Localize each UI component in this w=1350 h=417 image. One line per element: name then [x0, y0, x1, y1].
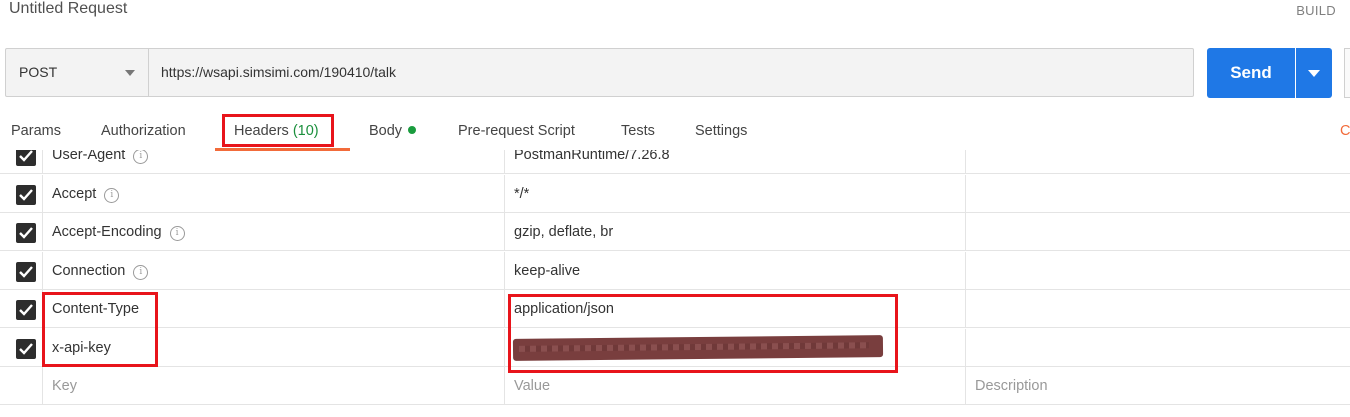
header-value: PostmanRuntime/7.26.8 — [514, 150, 670, 163]
checkmark-icon — [19, 266, 33, 278]
key-input[interactable]: Key — [43, 367, 505, 405]
header-key: Accept-Encoding — [52, 224, 162, 240]
header-value: */* — [514, 186, 530, 202]
row-checkbox[interactable] — [16, 262, 36, 282]
description-placeholder: Description — [975, 378, 1048, 394]
description-cell[interactable] — [966, 252, 1350, 290]
header-key: Accept — [52, 186, 97, 202]
header-key: User-Agent — [52, 150, 126, 163]
description-cell[interactable] — [966, 290, 1350, 328]
value-cell[interactable]: keep-alive — [505, 252, 966, 290]
checkbox-cell — [0, 290, 43, 328]
value-placeholder: Value — [514, 378, 551, 394]
checkbox-cell — [0, 175, 43, 213]
key-cell[interactable]: x-api-key — [43, 329, 505, 367]
row-checkbox[interactable] — [16, 223, 36, 243]
description-cell[interactable] — [966, 150, 1350, 174]
value-cell[interactable]: */* — [505, 175, 966, 213]
method-select[interactable]: POST — [6, 49, 149, 96]
key-cell[interactable]: Accept i — [43, 175, 505, 213]
table-row: Accept i */* — [0, 175, 1350, 213]
info-icon[interactable]: i — [104, 188, 120, 203]
header-value: gzip, deflate, br — [514, 224, 614, 240]
build-label[interactable]: BUILD — [1296, 3, 1336, 18]
table-row: User-Agent i PostmanRuntime/7.26.8 — [0, 150, 1350, 174]
checkmark-icon — [19, 189, 33, 201]
info-icon[interactable]: i — [133, 150, 149, 164]
checkbox-cell — [0, 252, 43, 290]
tab-headers-count: (10) — [292, 123, 319, 139]
value-cell[interactable] — [505, 329, 966, 367]
request-tabs: Params Authorization Headers (10) Body P… — [0, 118, 1350, 151]
header-key: x-api-key — [52, 340, 111, 356]
checkbox-cell — [0, 367, 43, 405]
row-checkbox[interactable] — [16, 339, 36, 359]
chevron-down-icon — [1308, 70, 1320, 77]
tab-tests[interactable]: Tests — [621, 123, 655, 139]
info-icon[interactable]: i — [133, 265, 149, 280]
send-options-button[interactable] — [1296, 48, 1332, 98]
header-key: Connection — [52, 263, 126, 279]
description-cell[interactable] — [966, 213, 1350, 251]
table-row: Connection i keep-alive — [0, 252, 1350, 290]
row-checkbox[interactable] — [16, 150, 36, 166]
request-title[interactable]: Untitled Request — [9, 0, 127, 18]
method-label: POST — [19, 64, 58, 80]
value-cell[interactable]: gzip, deflate, br — [505, 213, 966, 251]
row-checkbox[interactable] — [16, 300, 36, 320]
checkbox-cell — [0, 213, 43, 251]
description-input[interactable]: Description — [966, 367, 1350, 405]
checkbox-cell — [0, 150, 43, 174]
redacted-api-key — [512, 335, 884, 361]
table-row: Content-Type application/json — [0, 290, 1350, 328]
checkmark-icon — [19, 343, 33, 355]
tab-settings[interactable]: Settings — [695, 123, 747, 139]
info-icon[interactable]: i — [169, 226, 185, 241]
key-cell[interactable]: User-Agent i — [43, 150, 505, 174]
table-row: Accept-Encoding i gzip, deflate, br — [0, 213, 1350, 251]
save-button[interactable] — [1344, 48, 1350, 98]
tab-cookies-cut[interactable]: C — [1340, 123, 1350, 139]
checkmark-icon — [19, 304, 33, 316]
body-modified-dot — [408, 126, 417, 134]
chevron-down-icon — [125, 70, 135, 76]
description-cell[interactable] — [966, 175, 1350, 213]
send-button[interactable]: Send — [1207, 48, 1295, 98]
table-row-new: Key Value Description — [0, 367, 1350, 405]
checkmark-icon — [19, 150, 33, 162]
value-input[interactable]: Value — [505, 367, 966, 405]
url-bar: POST https://wsapi.simsimi.com/190410/ta… — [5, 48, 1194, 97]
key-cell[interactable]: Accept-Encoding i — [43, 213, 505, 251]
checkbox-cell — [0, 329, 43, 367]
header-value: application/json — [514, 301, 614, 317]
value-cell[interactable]: PostmanRuntime/7.26.8 — [505, 150, 966, 174]
tab-body-label: Body — [369, 123, 403, 139]
checkmark-icon — [19, 227, 33, 239]
key-placeholder: Key — [52, 378, 77, 394]
key-cell[interactable]: Connection i — [43, 252, 505, 290]
tab-params[interactable]: Params — [11, 123, 61, 139]
tab-authorization[interactable]: Authorization — [101, 123, 186, 139]
tab-pre-request-script[interactable]: Pre-request Script — [458, 123, 575, 139]
header-key: Content-Type — [52, 301, 140, 317]
tab-body[interactable]: Body — [369, 123, 417, 139]
header-value: keep-alive — [514, 263, 581, 279]
value-cell[interactable]: application/json — [505, 290, 966, 328]
headers-table: User-Agent i PostmanRuntime/7.26.8 Accept… — [0, 150, 1350, 406]
tab-headers[interactable]: Headers (10) — [234, 123, 319, 139]
row-checkbox[interactable] — [16, 185, 36, 205]
description-cell[interactable] — [966, 329, 1350, 367]
url-input[interactable]: https://wsapi.simsimi.com/190410/talk — [161, 64, 396, 80]
table-row: x-api-key — [0, 329, 1350, 367]
tab-headers-label: Headers — [234, 123, 289, 139]
key-cell[interactable]: Content-Type — [43, 290, 505, 328]
